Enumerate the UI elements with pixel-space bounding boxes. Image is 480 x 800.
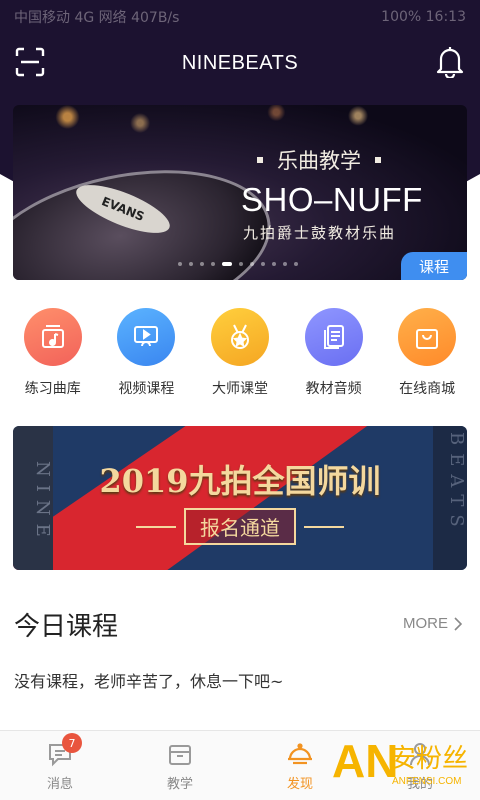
discover-icon — [285, 739, 315, 769]
category-item[interactable]: 视频课程 — [101, 308, 191, 398]
music-library-icon — [23, 308, 82, 366]
scan-icon[interactable] — [14, 46, 46, 78]
category-label: 在线商城 — [399, 381, 456, 397]
status-left: 中国移动 4G 网络 407B/s — [14, 10, 180, 26]
pager-dot[interactable] — [189, 262, 193, 266]
category-label: 大师课堂 — [211, 381, 268, 397]
hero-description: 九拍爵士鼓教材乐曲 — [243, 224, 397, 242]
more-link[interactable]: MORE — [403, 615, 462, 632]
bullet-icon — [375, 157, 381, 163]
pager-dot[interactable] — [239, 262, 243, 266]
stage-lights — [13, 105, 467, 165]
video-course-icon — [117, 308, 176, 366]
hero-subtitle-row: 乐曲教学 — [257, 145, 381, 175]
hero-title: SHO–NUFF — [241, 181, 423, 218]
pager-dot[interactable] — [272, 262, 276, 266]
today-empty-text: 没有课程，老师辛苦了，休息一下吧~ — [14, 672, 284, 691]
hero-tag: 课程 — [401, 252, 467, 280]
pager-dot[interactable] — [294, 262, 298, 266]
nav-label: 消息 — [46, 777, 73, 792]
more-label: MORE — [403, 615, 448, 632]
pager-dot[interactable] — [250, 262, 254, 266]
hero-subtitle: 乐曲教学 — [277, 149, 361, 173]
category-label: 视频课程 — [118, 381, 175, 397]
category-label: 教材音频 — [305, 381, 362, 397]
promo-title: 2019九拍全国师训 — [99, 462, 381, 500]
app-bar: NINEBEATS — [0, 36, 480, 90]
shopping-bag-icon — [398, 308, 457, 366]
register-button[interactable]: 报名通道 — [184, 508, 296, 545]
pager-dot[interactable] — [261, 262, 265, 266]
app-title: NINEBEATS — [181, 51, 299, 74]
nav-item-messages[interactable]: 7 消息 — [0, 731, 120, 800]
promo-button-row: 报名通道 — [13, 508, 467, 545]
audio-doc-icon — [304, 308, 363, 366]
nav-label: 教学 — [166, 777, 193, 792]
category-grid: 练习曲库 视频课程 大师课堂 教材音频 在线商城 — [0, 308, 480, 398]
nav-label: 发现 — [286, 777, 313, 792]
watermark-cn: 安粉丝 — [390, 744, 469, 774]
bullet-icon — [257, 157, 263, 163]
nav-item-teaching[interactable]: 教学 — [120, 731, 240, 800]
promo-banner[interactable]: NINE BEATS 2019九拍全国师训 报名通道 — [13, 426, 467, 570]
pager-dot[interactable] — [222, 262, 232, 266]
category-item[interactable]: 教材音频 — [289, 308, 379, 398]
pager-dot[interactable] — [200, 262, 204, 266]
watermark-an: AN — [332, 735, 399, 787]
hero-banner[interactable]: EVANS 乐曲教学 SHO–NUFF 九拍爵士鼓教材乐曲 课程 — [13, 105, 467, 280]
master-medal-icon — [210, 308, 269, 366]
category-item[interactable]: 大师课堂 — [195, 308, 285, 398]
watermark-en: ANFENSI.COM — [392, 776, 462, 787]
divider — [304, 525, 344, 528]
category-item[interactable]: 在线商城 — [382, 308, 472, 398]
pager-dot[interactable] — [178, 262, 182, 266]
bell-icon[interactable] — [434, 44, 466, 80]
pager-dot[interactable] — [283, 262, 287, 266]
carousel-pager[interactable] — [178, 262, 298, 266]
watermark: AN 安粉丝 ANFENSI.COM — [330, 730, 480, 800]
divider — [136, 525, 176, 528]
message-badge: 7 — [62, 733, 82, 753]
teaching-box-icon — [165, 739, 195, 769]
chevron-right-icon — [454, 616, 462, 631]
category-item[interactable]: 练习曲库 — [8, 308, 98, 398]
today-title: 今日课程 — [14, 612, 119, 642]
status-right: 100% 16:13 — [381, 9, 466, 25]
status-bar: 中国移动 4G 网络 407B/s 100% 16:13 — [0, 0, 480, 34]
category-label: 练习曲库 — [24, 381, 81, 397]
pager-dot[interactable] — [211, 262, 215, 266]
